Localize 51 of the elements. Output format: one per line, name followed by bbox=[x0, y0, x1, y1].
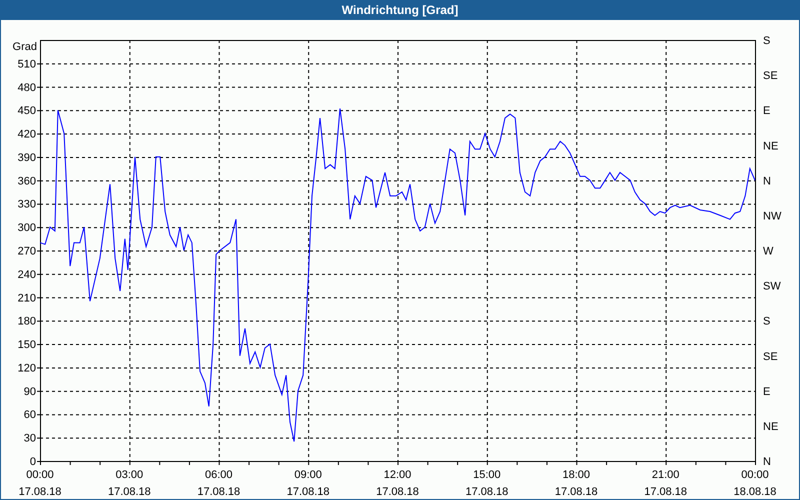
direction-label: N bbox=[763, 175, 771, 188]
y-tick-label: 420 bbox=[18, 128, 36, 141]
direction-label: E bbox=[763, 105, 770, 118]
y-tick-label: 300 bbox=[18, 222, 36, 234]
direction-label: W bbox=[763, 246, 774, 258]
y-tick-label: 120 bbox=[18, 362, 36, 374]
x-tick-label: 09:00 bbox=[294, 469, 322, 481]
direction-label: S bbox=[763, 316, 770, 328]
x-tick-label: 21:00 bbox=[652, 469, 680, 481]
y-tick-label: 240 bbox=[18, 268, 36, 281]
date-label: 17.08.18 bbox=[376, 486, 419, 498]
date-label: 17.08.18 bbox=[644, 486, 688, 498]
direction-label: S bbox=[763, 35, 770, 47]
date-label: 17.08.18 bbox=[554, 486, 598, 498]
y-tick-label: 90 bbox=[24, 386, 36, 398]
direction-label: SE bbox=[763, 350, 778, 363]
date-label: 17.08.18 bbox=[286, 486, 330, 498]
direction-label: NE bbox=[763, 420, 778, 433]
direction-label: NE bbox=[763, 140, 778, 152]
direction-label: NW bbox=[763, 210, 782, 222]
x-tick-label: 15:00 bbox=[473, 469, 501, 481]
x-tick-label: 18:00 bbox=[562, 469, 590, 481]
y-tick-label: 480 bbox=[18, 82, 36, 94]
date-label: 17.08.18 bbox=[108, 486, 151, 498]
y-tick-label: 330 bbox=[18, 198, 36, 211]
x-tick-label: 12:00 bbox=[384, 469, 412, 481]
y-axis-label: Grad bbox=[12, 41, 37, 53]
direction-label: SW bbox=[763, 280, 781, 293]
y-tick-label: 30 bbox=[24, 432, 36, 445]
y-tick-label: 210 bbox=[18, 292, 36, 304]
date-label: 18.08.18 bbox=[734, 486, 776, 498]
x-tick-label: 00:00 bbox=[741, 469, 769, 481]
direction-label: E bbox=[763, 386, 770, 398]
y-tick-label: 270 bbox=[18, 246, 36, 258]
direction-label: N bbox=[763, 456, 771, 468]
y-tick-label: 0 bbox=[30, 456, 36, 468]
y-tick-label: 180 bbox=[18, 316, 36, 328]
y-tick-label: 360 bbox=[18, 175, 36, 188]
y-tick-label: 450 bbox=[18, 105, 36, 118]
window-title: Windrichtung [Grad] bbox=[340, 2, 460, 19]
x-tick-label: 03:00 bbox=[116, 469, 144, 481]
x-tick-label: 06:00 bbox=[204, 469, 233, 481]
date-label: 17.08.18 bbox=[465, 486, 508, 498]
x-tick-label: 00:00 bbox=[26, 469, 54, 481]
y-tick-label: 60 bbox=[24, 409, 36, 422]
y-tick-label: 510 bbox=[18, 58, 36, 70]
date-label: 17.08.18 bbox=[197, 486, 240, 498]
y-tick-label: 390 bbox=[18, 152, 36, 164]
direction-label: SE bbox=[763, 70, 778, 82]
date-label: 17.08.18 bbox=[18, 486, 62, 498]
y-tick-label: 150 bbox=[18, 339, 36, 352]
